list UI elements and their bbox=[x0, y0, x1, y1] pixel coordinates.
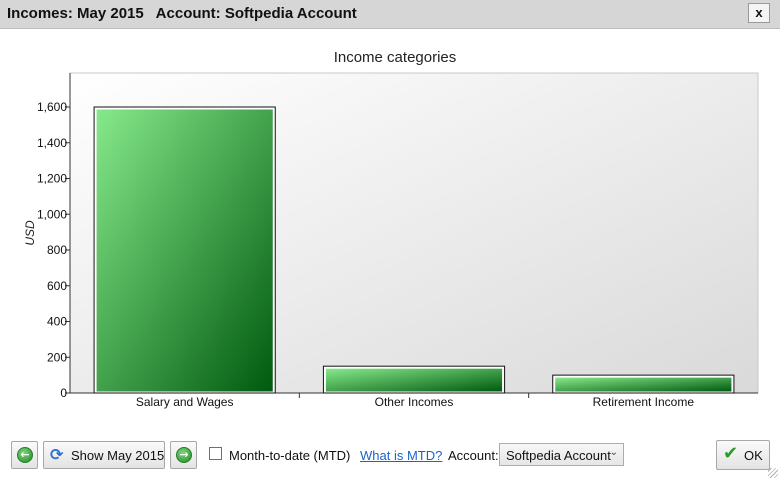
y-axis-label: USD bbox=[23, 220, 37, 246]
bar bbox=[325, 368, 503, 392]
y-axis: 0 200 400 600 800 1,000 1,200 1,400 1,600 bbox=[37, 73, 71, 400]
y-tick-label: 1,400 bbox=[37, 136, 67, 150]
x-axis: Salary and Wages Other Incomes Retirement … bbox=[70, 392, 758, 409]
arrow-right-icon: → bbox=[176, 447, 192, 463]
y-tick-label: 1,600 bbox=[37, 100, 67, 114]
show-month-button[interactable]: ⟳ Show May 2015 bbox=[43, 441, 165, 469]
y-tick-label: 1,200 bbox=[37, 172, 67, 186]
income-chart: 0 200 400 600 800 1,000 1,200 1,400 1,600 Salary… bbox=[23, 72, 759, 409]
x-tick-label: Salary and Wages bbox=[136, 395, 234, 409]
next-month-button[interactable]: → bbox=[170, 441, 197, 469]
checkmark-icon: ✔ bbox=[723, 443, 739, 464]
bar bbox=[96, 109, 273, 392]
bottom-toolbar: ← ⟳ Show May 2015 → Month-to-date (MTD) … bbox=[0, 436, 780, 480]
bar bbox=[555, 377, 732, 392]
y-tick-label: 600 bbox=[47, 279, 67, 293]
ok-button[interactable]: ✔ OK bbox=[716, 440, 770, 470]
chevron-down-icon: ⌄ bbox=[609, 447, 618, 458]
y-tick-label: 200 bbox=[47, 350, 67, 364]
close-button[interactable]: x bbox=[748, 3, 770, 23]
account-value: Softpedia Account bbox=[506, 448, 611, 463]
y-tick-label: 400 bbox=[47, 315, 67, 329]
x-tick-label: Retirement Income bbox=[593, 395, 695, 409]
y-tick-label: 1,000 bbox=[37, 207, 67, 221]
y-tick-label: 800 bbox=[47, 243, 67, 257]
window-title: Incomes: May 2015 Account: Softpedia Acc… bbox=[7, 5, 357, 22]
x-tick-label: Other Incomes bbox=[375, 395, 454, 409]
account-dropdown[interactable]: Softpedia Account ⌄ bbox=[499, 443, 624, 466]
account-label: Account: bbox=[448, 448, 499, 463]
ok-label: OK bbox=[744, 448, 763, 463]
show-month-label: Show May 2015 bbox=[71, 448, 165, 463]
y-tick-label: 0 bbox=[60, 386, 67, 400]
mtd-checkbox[interactable] bbox=[209, 447, 222, 460]
previous-month-button[interactable]: ← bbox=[11, 441, 38, 469]
refresh-icon: ⟳ bbox=[50, 445, 64, 464]
title-bar: Incomes: May 2015 Account: Softpedia Acc… bbox=[0, 0, 780, 29]
arrow-left-icon: ← bbox=[17, 447, 33, 463]
what-is-mtd-link[interactable]: What is MTD? bbox=[360, 448, 442, 463]
resize-grip[interactable] bbox=[768, 468, 778, 478]
mtd-label: Month-to-date (MTD) bbox=[229, 448, 351, 463]
